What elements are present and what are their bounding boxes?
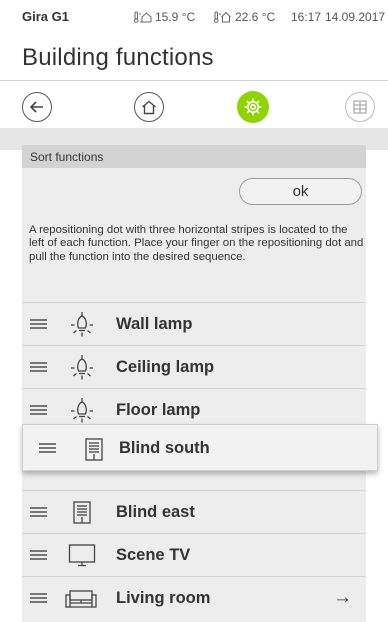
instruction-text: A repositioning dot with three horizonta… [29,224,364,263]
drag-handle-icon[interactable] [30,405,47,415]
status-bar: Gira G1 15.9 °C 22.6 °C 16:17 14.09.2017 [0,0,388,40]
grid-view-button[interactable] [345,92,375,122]
drag-handle-icon[interactable] [30,550,47,560]
drag-handle-icon[interactable] [30,593,47,603]
function-row-wall-lamp[interactable]: Wall lamp [22,302,366,345]
function-label: Floor lamp [116,401,201,419]
lamp-icon [71,312,93,337]
indoor-temperature: 22.6 °C [214,10,275,24]
sort-functions-panel: Sort functions ok A repositioning dot wi… [22,145,366,622]
date: 14.09.2017 [325,10,386,24]
title-divider [0,80,388,81]
drag-handle-icon[interactable] [30,362,47,372]
drag-handle-icon[interactable] [30,319,47,329]
function-label: Scene TV [116,546,191,564]
function-label: Blind east [116,503,195,521]
function-row-blind-east[interactable]: Blind east [22,490,366,533]
arrow-right-icon[interactable]: → [333,587,352,609]
function-label: Living room [116,589,211,607]
blind-icon [85,438,103,461]
function-row-ceiling-lamp[interactable]: Ceiling lamp [22,345,366,388]
outdoor-thermometer-icon [134,11,152,23]
outdoor-temperature: 15.9 °C [134,10,195,24]
lamp-icon [71,398,93,423]
function-label: Blind south [119,439,210,457]
function-row-living-room[interactable]: Living room → [22,576,366,619]
drag-handle-icon[interactable] [39,443,56,453]
page-title: Building functions [22,44,214,71]
back-button[interactable] [22,92,52,122]
clock: 16:17 [291,10,322,24]
tv-icon [68,544,96,567]
panel-header-label: Sort functions [30,150,104,164]
indoor-temp-value: 22.6 °C [235,10,276,24]
home-icon [142,100,156,114]
home-button[interactable] [134,92,164,122]
function-label: Wall lamp [116,315,193,333]
panel-header: Sort functions [22,145,366,168]
settings-gear-icon [244,98,262,116]
grid-icon [353,100,367,114]
function-row-scene-tv[interactable]: Scene TV [22,533,366,576]
nav-bar [0,82,388,130]
blind-icon [73,501,91,524]
lamp-icon [71,355,93,380]
outdoor-temp-value: 15.9 °C [155,10,196,24]
drag-handle-icon[interactable] [30,507,47,517]
indoor-thermometer-icon [214,11,231,23]
arrow-left-icon [29,101,43,113]
function-label: Ceiling lamp [116,358,215,376]
settings-button[interactable] [237,91,269,123]
dragging-function-row-blind-south[interactable]: Blind south [22,424,378,471]
device-name: Gira G1 [22,9,69,24]
sofa-icon [65,590,97,608]
ok-button[interactable]: ok [239,178,362,205]
